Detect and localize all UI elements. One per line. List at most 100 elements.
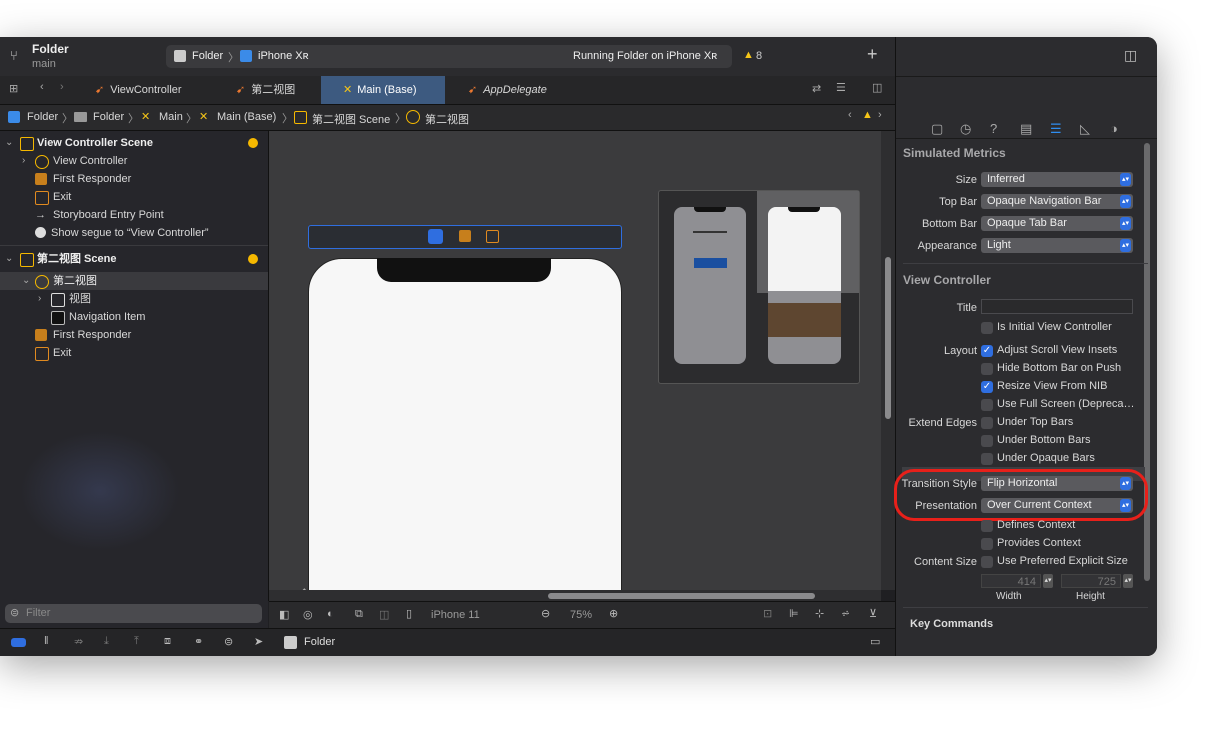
breadcrumb-item[interactable]: Folder — [27, 111, 58, 123]
add-constraints-icon[interactable]: ⊹ — [815, 607, 824, 620]
step-into-icon[interactable]: ⤓ — [104, 635, 109, 648]
breadcrumb-item[interactable]: 第二视图 — [425, 111, 469, 127]
view-hierarchy-icon[interactable]: ⧈ — [164, 635, 171, 648]
under-bottom-bars-checkbox[interactable] — [981, 435, 993, 447]
full-screen-label: Use Full Screen (Depreca… — [997, 398, 1135, 410]
memory-graph-icon[interactable]: ⚭ — [194, 635, 203, 648]
storyboard-canvas[interactable]: ⟶ — [269, 131, 881, 590]
hide-bottom-bar-checkbox[interactable] — [981, 363, 993, 375]
width-field[interactable]: 414 — [981, 574, 1041, 588]
provides-context-checkbox[interactable] — [981, 538, 993, 550]
scene-status-icon[interactable] — [248, 138, 258, 148]
environment-icon[interactable]: ⊜ — [224, 635, 233, 648]
warning-icon[interactable]: ▲ — [743, 49, 754, 61]
scene-dock[interactable] — [308, 225, 622, 249]
accessibility-icon[interactable]: ◎ — [303, 608, 313, 621]
breadcrumb-item[interactable]: Folder — [93, 111, 124, 123]
grid-icon[interactable]: ⊞ — [9, 82, 18, 95]
help-icon[interactable]: ? — [990, 121, 997, 136]
zoom-out-icon[interactable]: ⊖ — [541, 607, 550, 620]
editor-options-icon[interactable]: ☰ — [836, 81, 846, 94]
minimap[interactable] — [658, 190, 860, 384]
vertical-scrollbar[interactable] — [881, 131, 895, 590]
tab-main-base[interactable]: ✕ Main (Base) — [321, 76, 445, 104]
step-over-icon[interactable]: ⇏ — [74, 635, 83, 648]
scroll-thumb[interactable] — [548, 593, 815, 599]
breadcrumb-item[interactable]: Main — [159, 111, 183, 123]
tab-viewcontroller[interactable]: ➹ ViewController — [95, 76, 220, 104]
full-screen-checkbox[interactable] — [981, 399, 993, 411]
explicit-size-checkbox[interactable] — [981, 556, 993, 568]
divider — [896, 138, 1157, 139]
step-out-icon[interactable]: ⤒ — [134, 635, 139, 648]
chevron-right-icon[interactable]: › — [878, 109, 882, 121]
iphone-scene-frame[interactable] — [308, 258, 622, 590]
inspector-toggle-icon[interactable]: ◫ — [1124, 47, 1137, 64]
hide-debug-icon[interactable]: ▭ — [870, 635, 880, 648]
split-editor-icon[interactable]: ◫ — [872, 81, 882, 94]
identity-inspector-icon[interactable]: ▤ — [1020, 121, 1032, 137]
exit-icon[interactable] — [486, 230, 499, 243]
initial-vc-checkbox[interactable] — [981, 322, 993, 334]
scroll-thumb[interactable] — [885, 257, 891, 419]
size-popup[interactable]: Inferred ▴▾ — [981, 172, 1133, 187]
chevron-right-icon[interactable]: › — [60, 81, 64, 93]
top-bar-popup[interactable]: Opaque Navigation Bar ▴▾ — [981, 194, 1133, 209]
swap-icon[interactable]: ⇄ — [812, 82, 821, 95]
update-frames-icon[interactable]: ⊡ — [763, 607, 772, 620]
scheme-name[interactable]: Folder — [192, 50, 223, 62]
chevron-left-icon[interactable]: ‹ — [848, 109, 852, 121]
appearance-popup[interactable]: Light ▴▾ — [981, 238, 1133, 253]
file-inspector-icon[interactable]: ▢ — [931, 121, 943, 137]
zoom-level[interactable]: 75% — [570, 609, 592, 621]
horizontal-scrollbar[interactable] — [269, 590, 881, 601]
orientation-icon[interactable]: ⧉ — [355, 608, 363, 621]
height-field[interactable]: 725 — [1061, 574, 1121, 588]
device-selector[interactable]: iPhone 11 — [431, 609, 480, 621]
size-label: Size — [955, 174, 977, 186]
height-stepper[interactable]: ▴▾ — [1123, 574, 1133, 588]
breadcrumb-item[interactable]: 第二视图 Scene — [312, 111, 390, 127]
resize-from-nib-checkbox[interactable]: ✓ — [981, 381, 993, 393]
device-name[interactable]: iPhone Xʀ — [258, 50, 309, 62]
console-toggle-icon[interactable] — [11, 638, 26, 647]
add-button[interactable]: + — [867, 44, 878, 65]
width-stepper[interactable]: ▴▾ — [1043, 574, 1053, 588]
under-top-bars-checkbox[interactable] — [981, 417, 993, 429]
warning-icon[interactable]: ▲ — [862, 109, 873, 121]
scene-status-icon[interactable] — [248, 254, 258, 264]
tab-second-view[interactable]: ➹ 第二视图 — [236, 76, 316, 104]
breadcrumb-item[interactable]: Main (Base) — [217, 111, 276, 123]
connections-inspector-icon[interactable]: ◑ — [1110, 121, 1118, 136]
pause-icon[interactable]: ‖ — [44, 635, 49, 647]
embed-in-icon[interactable]: ⊻ — [869, 607, 877, 620]
size-inspector-icon[interactable]: ◺ — [1080, 121, 1090, 137]
first-responder-icon[interactable] — [459, 230, 471, 242]
resolve-issues-icon[interactable]: ⩫ — [841, 607, 850, 620]
adjust-insets-checkbox[interactable]: ✓ — [981, 345, 993, 357]
warning-count[interactable]: 8 — [756, 50, 762, 62]
appearance-icon[interactable]: ◐ — [327, 608, 334, 620]
zoom-in-icon[interactable]: ⊕ — [609, 607, 618, 620]
inspector-scroll-thumb[interactable] — [1144, 143, 1150, 581]
defines-context-checkbox[interactable] — [981, 520, 993, 532]
activity-view[interactable]: Folder 〉 iPhone Xʀ Running Folder on iPh… — [166, 45, 762, 68]
align-icon[interactable]: ⊫ — [789, 607, 799, 620]
tab-appdelegate[interactable]: ➹ AppDelegate — [468, 76, 578, 104]
size-value: Inferred — [987, 173, 1025, 185]
view-controller-icon[interactable] — [428, 229, 443, 244]
debug-target[interactable]: Folder — [304, 636, 335, 648]
outline-item-selected[interactable]: ⌄ 第二视图 — [0, 272, 268, 290]
title-field[interactable] — [981, 299, 1133, 314]
attributes-inspector-icon[interactable]: ☰ — [1050, 121, 1062, 137]
bottom-bar-popup[interactable]: Opaque Tab Bar ▴▾ — [981, 216, 1133, 231]
under-opaque-bars-checkbox[interactable] — [981, 453, 993, 465]
device-icon[interactable]: ▯ — [406, 607, 412, 620]
filter-input[interactable]: ⊜ Filter — [5, 604, 262, 623]
chevron-right-icon: 〉 — [62, 113, 73, 125]
trait-icon[interactable]: ◫ — [379, 608, 389, 621]
outline-toggle-icon[interactable]: ◧ — [279, 608, 289, 621]
location-icon[interactable]: ➤ — [254, 635, 263, 648]
history-icon[interactable]: ◷ — [960, 121, 971, 137]
chevron-left-icon[interactable]: ‹ — [40, 81, 44, 93]
